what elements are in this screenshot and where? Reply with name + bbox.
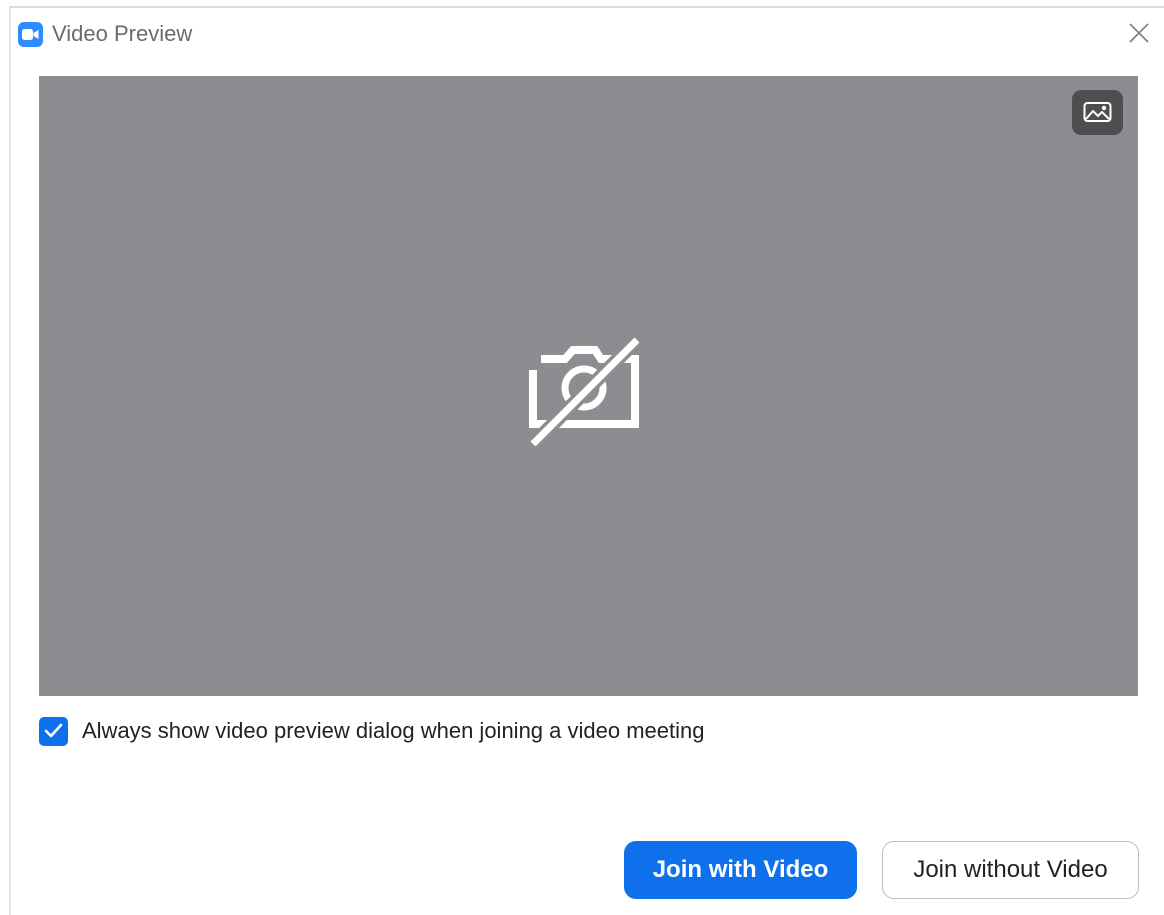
title-bar: Video Preview bbox=[11, 8, 1164, 64]
video-preview-area bbox=[39, 76, 1138, 696]
zoom-app-icon bbox=[18, 22, 43, 47]
join-with-video-button[interactable]: Join with Video bbox=[624, 841, 857, 899]
always-show-preview-option: Always show video preview dialog when jo… bbox=[39, 715, 704, 747]
close-icon[interactable] bbox=[1128, 22, 1150, 44]
background-image-icon[interactable] bbox=[1072, 90, 1123, 135]
join-without-video-button[interactable]: Join without Video bbox=[882, 841, 1139, 899]
always-show-preview-checkbox[interactable] bbox=[39, 716, 68, 746]
always-show-preview-label: Always show video preview dialog when jo… bbox=[82, 718, 705, 743]
camera-off-icon bbox=[528, 326, 649, 449]
window-title: Video Preview bbox=[52, 21, 193, 46]
video-preview-window: Video Preview Always show video preview … bbox=[9, 6, 1164, 915]
